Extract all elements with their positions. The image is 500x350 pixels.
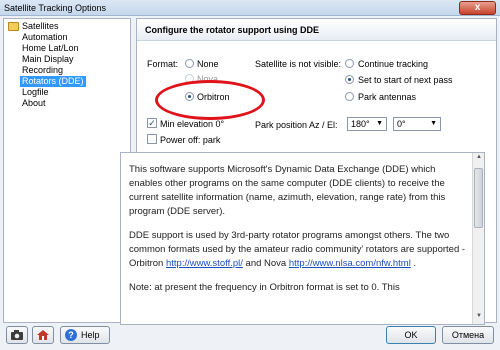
home-icon [37, 330, 49, 340]
format-none-label: None [197, 59, 219, 69]
tree-root-satellites[interactable]: Satellites [22, 21, 59, 32]
cancel-button[interactable]: Отмена [442, 326, 494, 344]
help-button[interactable]: ? Help [60, 326, 110, 344]
format-none-radio[interactable] [185, 59, 194, 68]
tree-item-about[interactable]: About [22, 98, 46, 109]
next-pass-radio[interactable] [345, 75, 354, 84]
dialog-body: Satellites Automation Home Lat/Lon Main … [0, 16, 500, 350]
park-antennas-radio[interactable] [345, 92, 354, 101]
panel-header: Configure the rotator support using DDE [137, 19, 496, 41]
title-bar: Satellite Tracking Options x [0, 0, 500, 16]
park-elevation-select[interactable]: 0° ▼ [393, 117, 441, 131]
close-button[interactable]: x [459, 1, 496, 15]
tree-item-main-display[interactable]: Main Display [22, 54, 74, 65]
camera-button[interactable] [6, 326, 28, 344]
description-paragraph-2: DDE support is used by 3rd-party rotator… [129, 230, 466, 269]
format-label: Format: [147, 59, 179, 69]
options-tree: Satellites Automation Home Lat/Lon Main … [3, 18, 131, 323]
folder-icon [8, 22, 19, 31]
tree-item-logfile[interactable]: Logfile [22, 87, 49, 98]
next-pass-label: Set to start of next pass [358, 75, 453, 85]
min-elevation-label: Min elevation 0° [160, 119, 225, 129]
vertical-scrollbar[interactable]: ▲ ▼ [472, 153, 484, 324]
panel-title: Configure the rotator support using DDE [145, 25, 319, 35]
chevron-down-icon: ▼ [430, 120, 437, 127]
ok-button[interactable]: OK [386, 326, 436, 344]
tree-item-recording[interactable]: Recording [22, 65, 63, 76]
scroll-up-icon[interactable]: ▲ [474, 154, 484, 164]
park-azimuth-value: 180° [351, 119, 370, 129]
annotation-ellipse [155, 80, 265, 120]
power-off-checkbox[interactable] [147, 134, 157, 144]
description-content: This software supports Microsoft's Dynam… [129, 163, 469, 305]
min-elevation-checkbox[interactable]: ✓ [147, 118, 157, 128]
power-off-label: Power off: park [160, 135, 221, 145]
continue-tracking-radio[interactable] [345, 59, 354, 68]
window-title: Satellite Tracking Options [4, 3, 107, 13]
park-position-label: Park position Az / El: [255, 120, 338, 130]
orbitron-link[interactable]: http://www.stoff.pl/ [166, 258, 243, 269]
description-paragraph-3: Note: at present the frequency in Orbitr… [129, 282, 400, 293]
park-elevation-value: 0° [397, 119, 406, 129]
help-label: Help [81, 330, 100, 340]
scroll-thumb[interactable] [474, 168, 483, 228]
tree-item-automation[interactable]: Automation [22, 32, 68, 43]
nova-link[interactable]: http://www.nlsa.com/nfw.html [289, 258, 411, 269]
tree-item-rotators-dde[interactable]: Rotators (DDE) [20, 76, 86, 87]
park-antennas-label: Park antennas [358, 92, 417, 102]
help-icon: ? [65, 329, 77, 341]
park-azimuth-select[interactable]: 180° ▼ [347, 117, 387, 131]
dialog-footer: ? Help OK Отмена [0, 326, 500, 350]
home-button[interactable] [32, 326, 54, 344]
scroll-down-icon[interactable]: ▼ [474, 313, 484, 323]
camera-icon [11, 330, 23, 340]
satellite-visibility-label: Satellite is not visible: [255, 59, 342, 69]
chevron-down-icon: ▼ [376, 120, 383, 127]
dde-description-textbox[interactable]: This software supports Microsoft's Dynam… [120, 152, 485, 325]
continue-tracking-label: Continue tracking [358, 59, 429, 69]
tree-item-home-lat-lon[interactable]: Home Lat/Lon [22, 43, 79, 54]
description-paragraph-1: This software supports Microsoft's Dynam… [129, 164, 446, 217]
